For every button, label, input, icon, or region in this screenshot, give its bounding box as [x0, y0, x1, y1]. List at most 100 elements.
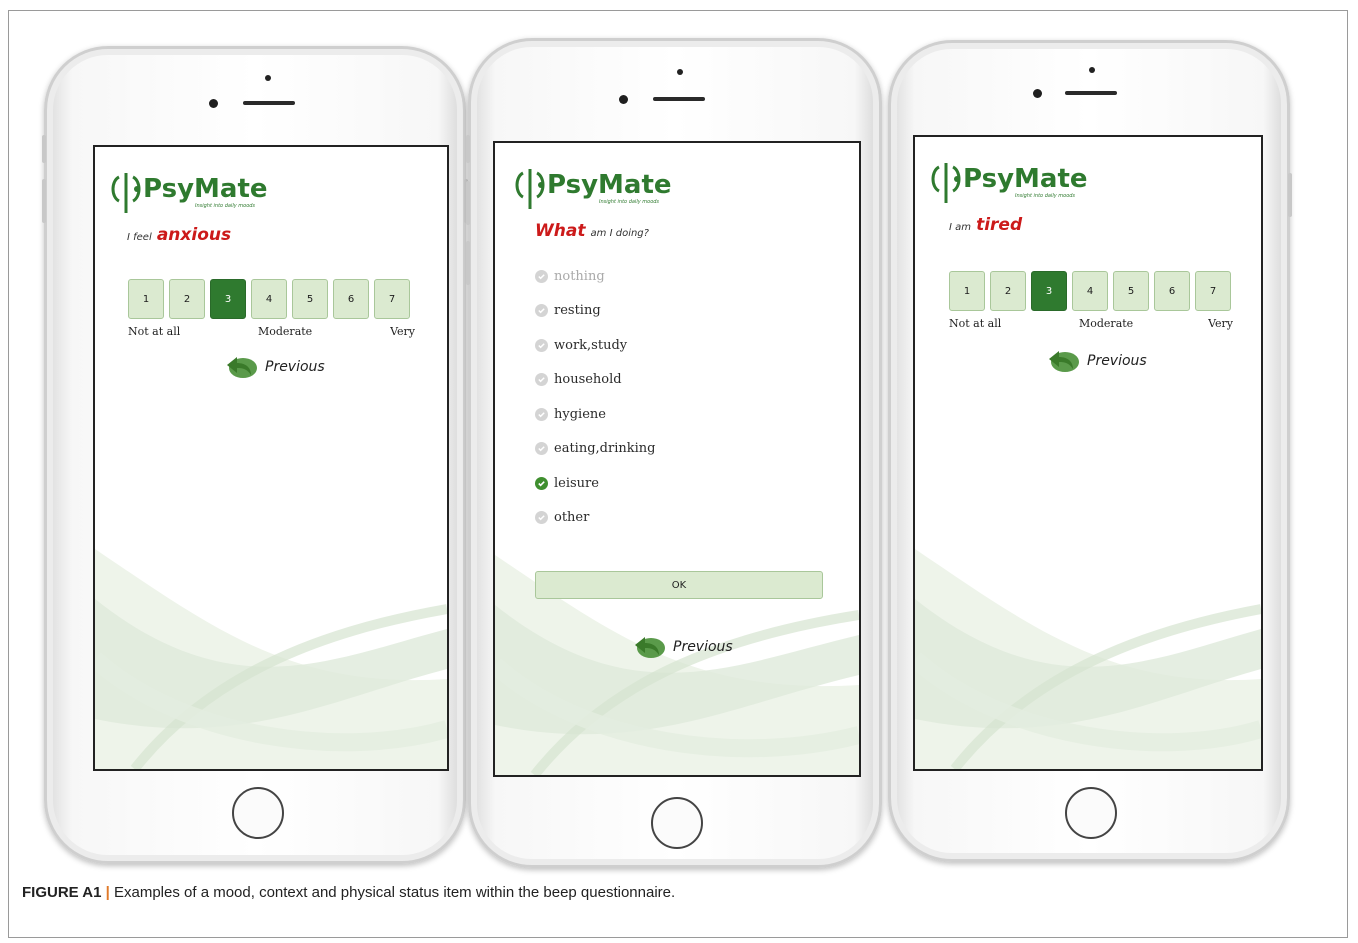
caption-text: Examples of a mood, context and physical… — [114, 884, 676, 901]
logo-tagline: Insight into daily moods — [1015, 193, 1075, 199]
previous-label: Previous — [673, 639, 733, 655]
logo-tagline: Insight into daily moods — [599, 199, 659, 205]
scale-option-5[interactable]: 5 — [1113, 271, 1149, 311]
check-icon — [535, 339, 548, 352]
option-label: household — [554, 372, 622, 387]
label-low: Not at all — [128, 325, 181, 338]
screen: PsyMate Insight into daily moods I feel … — [93, 145, 449, 771]
logo-brand: PsyMate — [547, 170, 672, 200]
option-label: resting — [554, 303, 601, 318]
scale-option-7[interactable]: 7 — [374, 279, 410, 319]
previous-label: Previous — [265, 359, 325, 375]
logo-brand: PsyMate — [963, 164, 1088, 194]
check-icon — [535, 511, 548, 524]
option-label: leisure — [554, 476, 599, 491]
psymate-logo: PsyMate Insight into daily moods — [929, 157, 1089, 205]
home-button[interactable] — [651, 797, 703, 849]
caption-label: FIGURE A1 — [22, 884, 102, 901]
power-button — [1288, 173, 1292, 217]
previous-button[interactable]: Previous — [223, 355, 325, 379]
scale-option-2[interactable]: 2 — [169, 279, 205, 319]
ok-button[interactable]: OK — [535, 571, 823, 599]
option-label: hygiene — [554, 407, 606, 422]
option-hygiene[interactable]: hygiene — [535, 407, 606, 422]
background-swoosh — [95, 549, 447, 769]
screen: PsyMate Insight into daily moods I am ti… — [913, 135, 1263, 771]
phone-physical: PsyMate Insight into daily moods I am ti… — [888, 40, 1292, 862]
volume-button — [466, 241, 470, 285]
scale-labels: Not at all Moderate Very — [128, 325, 415, 341]
scale-option-3[interactable]: 3 — [1031, 271, 1067, 311]
prompt-emphasis: What — [535, 221, 586, 241]
option-resting[interactable]: resting — [535, 303, 601, 318]
check-icon — [535, 442, 548, 455]
sensor — [677, 69, 683, 75]
speaker — [1065, 91, 1117, 95]
phone-mood: PsyMate Insight into daily moods I feel … — [42, 46, 468, 864]
scale-option-6[interactable]: 6 — [333, 279, 369, 319]
scale-labels: Not at all Moderate Very — [949, 317, 1233, 333]
option-leisure[interactable]: leisure — [535, 476, 599, 491]
previous-button[interactable]: Previous — [1045, 349, 1147, 373]
option-work-study[interactable]: work,study — [535, 338, 627, 353]
option-other[interactable]: other — [535, 510, 589, 525]
screen: PsyMate Insight into daily moods What am… — [493, 141, 861, 777]
option-household[interactable]: household — [535, 372, 622, 387]
option-label: other — [554, 510, 590, 525]
prompt-emphasis: tired — [976, 215, 1023, 235]
question-prompt: I feel anxious — [127, 225, 231, 245]
option-nothing[interactable]: nothing — [535, 269, 605, 284]
scale-option-4[interactable]: 4 — [251, 279, 287, 319]
prompt-tail: am I doing? — [590, 228, 649, 239]
speaker — [243, 101, 295, 105]
camera — [1033, 89, 1042, 98]
check-icon — [535, 408, 548, 421]
camera — [619, 95, 628, 104]
label-high: Very — [1208, 317, 1233, 330]
caption-separator: | — [105, 884, 110, 901]
scale-option-3[interactable]: 3 — [210, 279, 246, 319]
previous-button[interactable]: Previous — [631, 635, 733, 659]
label-low: Not at all — [949, 317, 1002, 330]
option-label: nothing — [554, 269, 605, 284]
prompt-lead: I am — [949, 222, 971, 233]
previous-label: Previous — [1087, 353, 1147, 369]
check-icon — [535, 373, 548, 386]
back-arrow-icon — [1049, 351, 1079, 372]
check-icon — [535, 477, 548, 490]
question-prompt: I am tired — [949, 215, 1022, 235]
option-eating-drinking[interactable]: eating,drinking — [535, 441, 655, 456]
volume-button — [42, 135, 46, 163]
scale-option-7[interactable]: 7 — [1195, 271, 1231, 311]
scale-option-4[interactable]: 4 — [1072, 271, 1108, 311]
likert-scale: 1 2 3 4 5 6 7 — [949, 271, 1231, 311]
label-mid: Moderate — [1079, 317, 1134, 330]
check-icon — [535, 270, 548, 283]
prompt-emphasis: anxious — [156, 225, 232, 245]
scale-option-6[interactable]: 6 — [1154, 271, 1190, 311]
sensor — [1089, 67, 1095, 73]
scale-option-5[interactable]: 5 — [292, 279, 328, 319]
volume-button — [466, 135, 470, 163]
camera — [209, 99, 218, 108]
logo-tagline: Insight into daily moods — [195, 203, 255, 209]
question-prompt: What am I doing? — [535, 221, 649, 241]
scale-option-2[interactable]: 2 — [990, 271, 1026, 311]
scale-option-1[interactable]: 1 — [128, 279, 164, 319]
scale-option-1[interactable]: 1 — [949, 271, 985, 311]
check-icon — [535, 304, 548, 317]
volume-button — [466, 181, 470, 225]
back-arrow-icon — [635, 637, 665, 658]
label-mid: Moderate — [258, 325, 313, 338]
psymate-logo: PsyMate Insight into daily moods — [109, 167, 269, 215]
psymate-logo: PsyMate Insight into daily moods — [513, 163, 673, 211]
prompt-lead: I feel — [127, 232, 152, 243]
option-label: eating,drinking — [554, 441, 656, 456]
home-button[interactable] — [1065, 787, 1117, 839]
sensor — [265, 75, 271, 81]
phone-context: PsyMate Insight into daily moods What am… — [466, 38, 882, 868]
home-button[interactable] — [232, 787, 284, 839]
volume-button — [42, 179, 46, 223]
logo-brand: PsyMate — [143, 174, 268, 204]
background-swoosh — [915, 549, 1261, 769]
